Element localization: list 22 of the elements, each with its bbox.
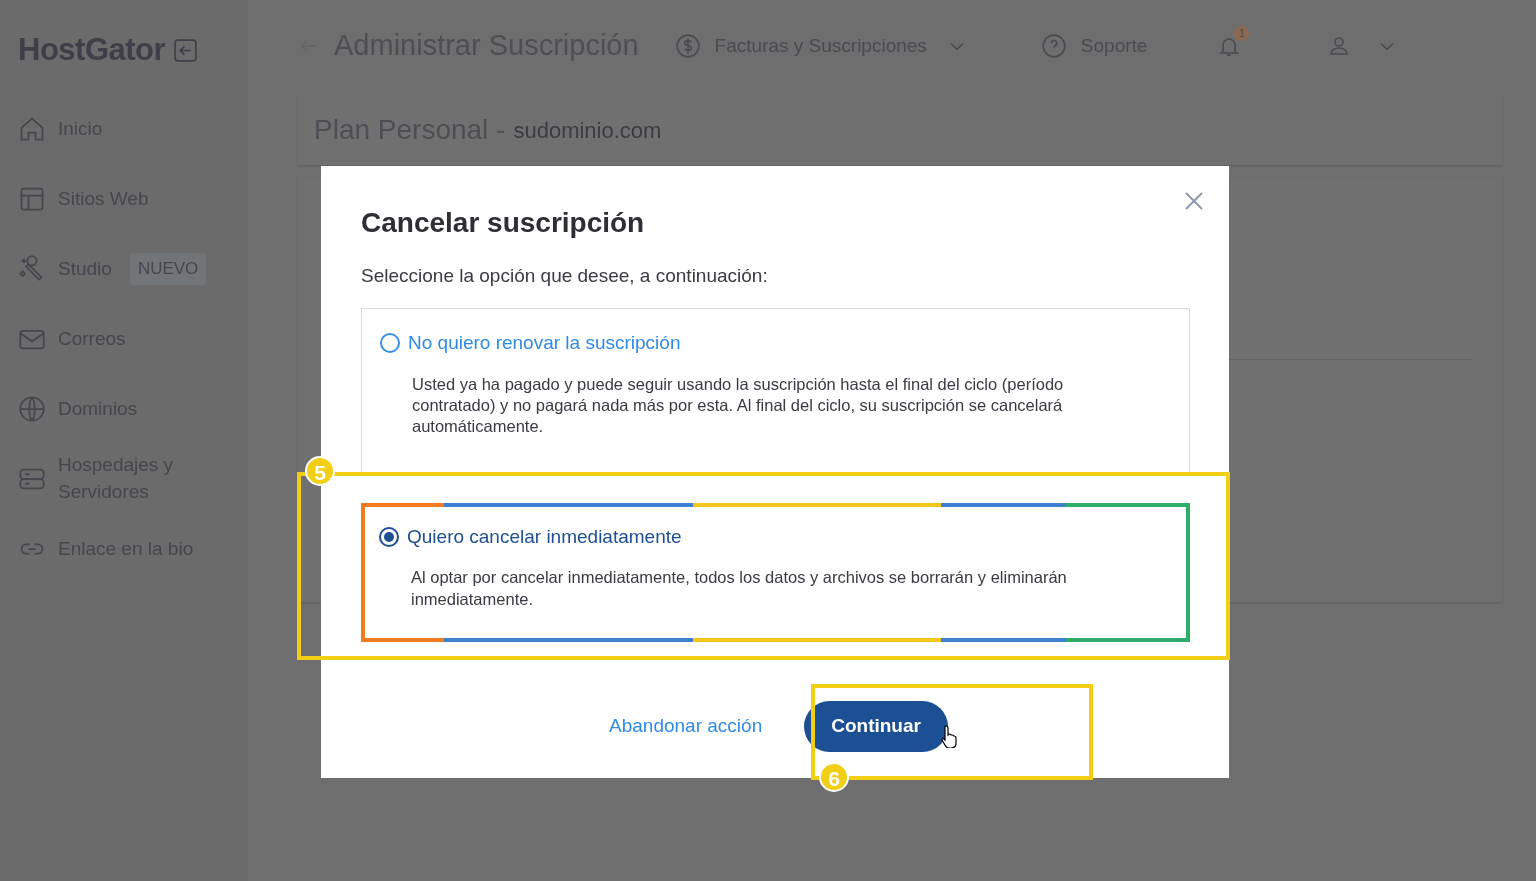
collapse-icon[interactable] bbox=[173, 37, 199, 63]
abandon-link[interactable]: Abandonar acción bbox=[609, 712, 763, 741]
dollar-icon bbox=[674, 33, 701, 59]
option-description: Usted ya ha pagado y puede seguir usando la suscripción hasta el final del ciclo (período contratado) y no pagará nada más por esta. Al final del ciclo, su suscripción se cancelará automáticamente. bbox=[412, 373, 1065, 438]
notification-count: 1 bbox=[1234, 26, 1250, 41]
option-label[interactable]: Quiero cancelar inmediatamente bbox=[407, 522, 682, 552]
option-label[interactable]: No quiero renovar la suscripción bbox=[408, 329, 681, 358]
option-card[interactable] bbox=[361, 308, 1190, 472]
help-icon bbox=[1040, 33, 1067, 59]
cursor-icon bbox=[940, 724, 960, 749]
option-description: Al optar por cancelar inmediatamente, todos los datos y archivos se borrarán y eliminarán inmediatamente. bbox=[411, 567, 1068, 610]
dialog-subtitle: Seleccione la opción que desee, a continuación: bbox=[361, 263, 769, 288]
option-card[interactable]: Quiero cancelar inmediatamente Al optar por cancelar inmediatamente, todos los datos y archivos se borrarán y eliminarán inmediatamente. bbox=[361, 502, 1190, 643]
layout-icon bbox=[18, 185, 46, 213]
step-number: 6 bbox=[819, 762, 849, 793]
radio-button[interactable] bbox=[380, 333, 400, 354]
home-icon bbox=[18, 115, 46, 143]
close-icon[interactable] bbox=[1185, 192, 1203, 210]
continue-button[interactable]: Continuar bbox=[804, 701, 948, 752]
radio-button[interactable] bbox=[379, 527, 399, 548]
dialog-title: Cancelar suscripción bbox=[361, 206, 646, 240]
globe-icon bbox=[18, 395, 46, 423]
